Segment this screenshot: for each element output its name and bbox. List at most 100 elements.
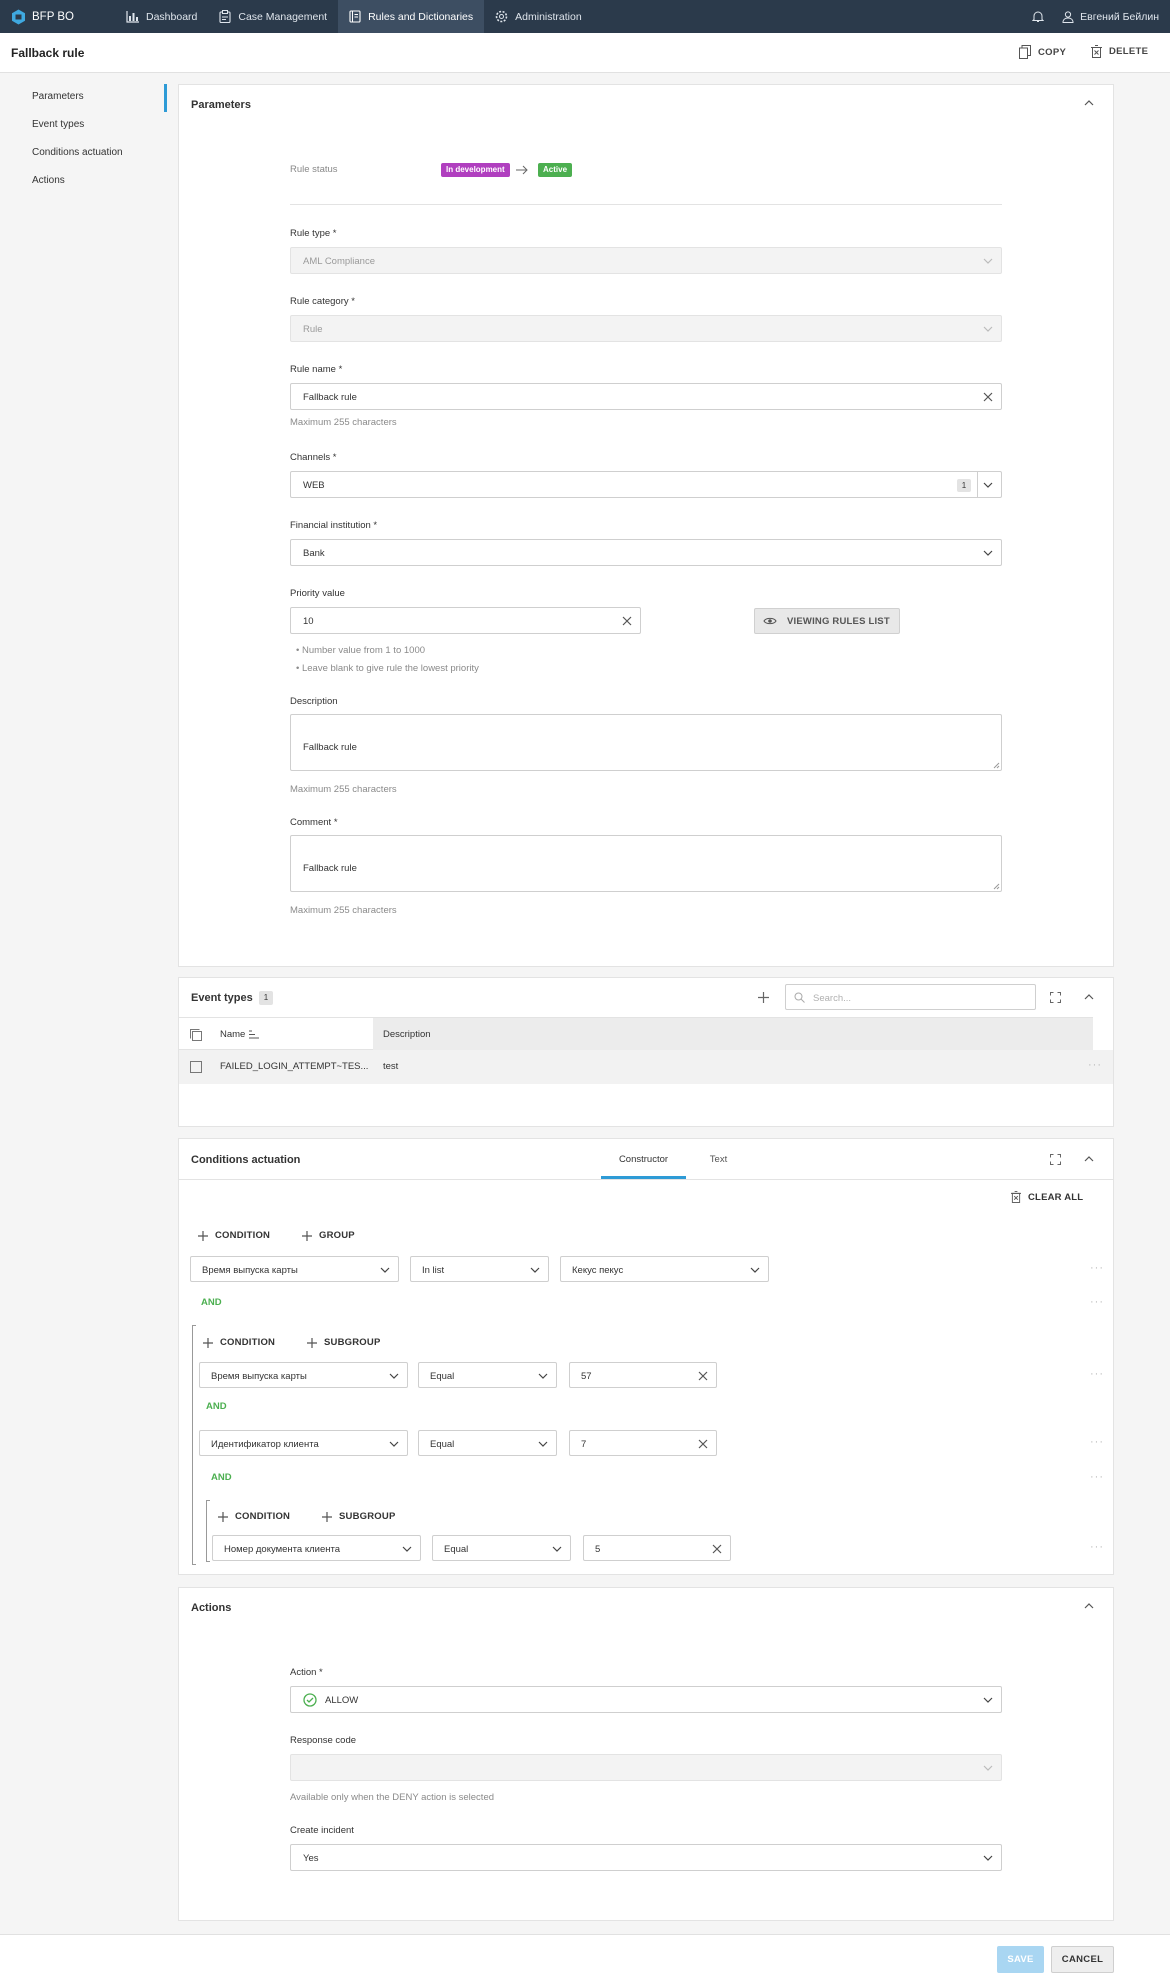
and-operator[interactable]: AND	[211, 1472, 232, 1483]
description-textarea[interactable]: Fallback rule	[290, 714, 1002, 771]
sort-icon[interactable]	[249, 1030, 259, 1039]
main-nav: Dashboard Case Management Rules and Dict…	[115, 0, 593, 33]
chevron-down-icon	[530, 1265, 540, 1275]
separator	[977, 472, 978, 497]
app-logo[interactable]: BFP BO	[11, 9, 74, 25]
select-all-icon[interactable]	[190, 1029, 202, 1041]
expand-icon[interactable]	[1050, 1154, 1061, 1165]
clear-icon[interactable]	[698, 1439, 708, 1449]
nav-item-administration[interactable]: Administration	[484, 0, 593, 33]
bell-icon[interactable]	[1032, 10, 1045, 23]
more-icon[interactable]: ···	[1090, 1368, 1159, 1380]
response-code-select[interactable]	[290, 1754, 1002, 1781]
financial-institution-label: Financial institution *	[290, 520, 378, 531]
bar-chart-icon	[126, 10, 139, 23]
channels-select[interactable]: WEB 1	[290, 471, 1002, 498]
nav-item-dashboard[interactable]: Dashboard	[115, 0, 208, 33]
nav-item-case-management[interactable]: Case Management	[208, 0, 338, 33]
resize-handle-icon[interactable]	[993, 883, 1000, 890]
plus-icon	[218, 1511, 228, 1522]
condition-value-input[interactable]: 5	[583, 1535, 731, 1561]
condition-field-select[interactable]: Время выпуска карты	[190, 1256, 399, 1282]
collapse-chevron-icon[interactable]	[1084, 1601, 1094, 1611]
channels-value: WEB	[303, 480, 325, 491]
tab-text[interactable]: Text	[686, 1139, 751, 1179]
clear-icon[interactable]	[712, 1544, 722, 1554]
add-subgroup-button[interactable]: SUBGROUP	[307, 1337, 381, 1348]
nav-label: Case Management	[238, 10, 328, 23]
create-incident-select[interactable]: Yes	[290, 1844, 1002, 1871]
tab-constructor[interactable]: Constructor	[601, 1139, 686, 1179]
condition-field-select[interactable]: Идентификатор клиента	[199, 1430, 408, 1456]
comment-textarea[interactable]: Fallback rule	[290, 835, 1002, 892]
collapse-chevron-icon[interactable]	[1084, 992, 1094, 1002]
book-icon	[349, 10, 361, 23]
user-menu[interactable]: Евгений Бейлин	[1062, 11, 1159, 23]
rule-type-select[interactable]: AML Compliance	[290, 247, 1002, 274]
chevron-down-icon	[402, 1544, 412, 1554]
viewing-rules-list-button[interactable]: VIEWING RULES LIST	[754, 608, 900, 634]
rule-name-input[interactable]: Fallback rule	[290, 383, 1002, 410]
resize-handle-icon[interactable]	[993, 762, 1000, 769]
collapse-chevron-icon[interactable]	[1084, 98, 1094, 108]
more-icon[interactable]: ···	[1090, 1436, 1159, 1448]
action-select[interactable]: ALLOW	[290, 1686, 1002, 1713]
expand-icon[interactable]	[1050, 992, 1061, 1003]
row-checkbox[interactable]	[190, 1061, 202, 1073]
group-bracket	[192, 1325, 196, 1565]
response-code-label: Response code	[290, 1735, 357, 1746]
add-group-button[interactable]: GROUP	[302, 1230, 355, 1241]
condition-operator-select[interactable]: Equal	[418, 1430, 557, 1456]
trash-icon	[1091, 45, 1102, 58]
clear-icon[interactable]	[622, 616, 632, 626]
add-condition-button[interactable]: CONDITION	[198, 1230, 270, 1241]
app-name: BFP BO	[32, 11, 74, 23]
table-header-description[interactable]: Description	[373, 1017, 1093, 1050]
condition-field-select[interactable]: Номер документа клиента	[212, 1535, 421, 1561]
more-icon[interactable]: ···	[1090, 1296, 1159, 1308]
condition-value-select[interactable]: Кекус пекус	[560, 1256, 769, 1282]
add-condition-button[interactable]: CONDITION	[203, 1337, 275, 1348]
more-icon[interactable]: ···	[1090, 1262, 1159, 1274]
sidebar-item-event-types[interactable]: Event types	[32, 119, 84, 130]
condition-value-input[interactable]: 7	[569, 1430, 717, 1456]
plus-icon	[198, 1230, 208, 1241]
save-button[interactable]: SAVE	[997, 1946, 1044, 1973]
add-subgroup-button[interactable]: SUBGROUP	[322, 1511, 396, 1522]
condition-field-select[interactable]: Время выпуска карты	[199, 1362, 408, 1388]
copy-button[interactable]: COPY	[1019, 45, 1066, 59]
chevron-down-icon	[983, 324, 993, 334]
chevron-down-icon	[389, 1371, 399, 1381]
financial-institution-select[interactable]: Bank	[290, 539, 1002, 566]
nav-item-rules-and-dictionaries[interactable]: Rules and Dictionaries	[338, 0, 485, 33]
condition-operator-select[interactable]: In list	[410, 1256, 549, 1282]
delete-button[interactable]: DELETE	[1091, 45, 1148, 58]
and-operator[interactable]: AND	[206, 1401, 227, 1412]
more-icon[interactable]: ···	[1088, 1059, 1102, 1071]
and-operator[interactable]: AND	[201, 1297, 222, 1308]
add-condition-button[interactable]: CONDITION	[218, 1511, 290, 1522]
clear-all-button[interactable]: CLEAR ALL	[1011, 1191, 1083, 1203]
event-types-search-input[interactable]: Search...	[785, 984, 1036, 1010]
page-title: Fallback rule	[11, 46, 85, 60]
search-placeholder: Search...	[813, 993, 852, 1004]
collapse-chevron-icon[interactable]	[1084, 1154, 1094, 1164]
condition-operator-select[interactable]: Equal	[432, 1535, 571, 1561]
sidebar-item-actions[interactable]: Actions	[32, 175, 65, 186]
sidebar-item-conditions-actuation[interactable]: Conditions actuation	[32, 147, 123, 158]
condition-value-input[interactable]: 57	[569, 1362, 717, 1388]
table-header-name[interactable]: Name	[179, 1017, 373, 1050]
description-hint: Maximum 255 characters	[290, 784, 397, 795]
clear-icon[interactable]	[698, 1371, 708, 1381]
cancel-button[interactable]: CANCEL	[1051, 1946, 1114, 1973]
condition-operator-select[interactable]: Equal	[418, 1362, 557, 1388]
rule-category-select[interactable]: Rule	[290, 315, 1002, 342]
sidebar-item-parameters[interactable]: Parameters	[32, 91, 84, 102]
priority-input[interactable]: 10	[290, 607, 641, 634]
clear-icon[interactable]	[983, 392, 993, 402]
plus-icon[interactable]	[758, 992, 769, 1003]
nav-label: Dashboard	[146, 10, 198, 23]
more-icon[interactable]: ···	[1090, 1541, 1159, 1553]
table-row[interactable]: FAILED_LOGIN_ATTEMPT~TES... test ···	[179, 1050, 1113, 1084]
more-icon[interactable]: ···	[1090, 1471, 1159, 1483]
